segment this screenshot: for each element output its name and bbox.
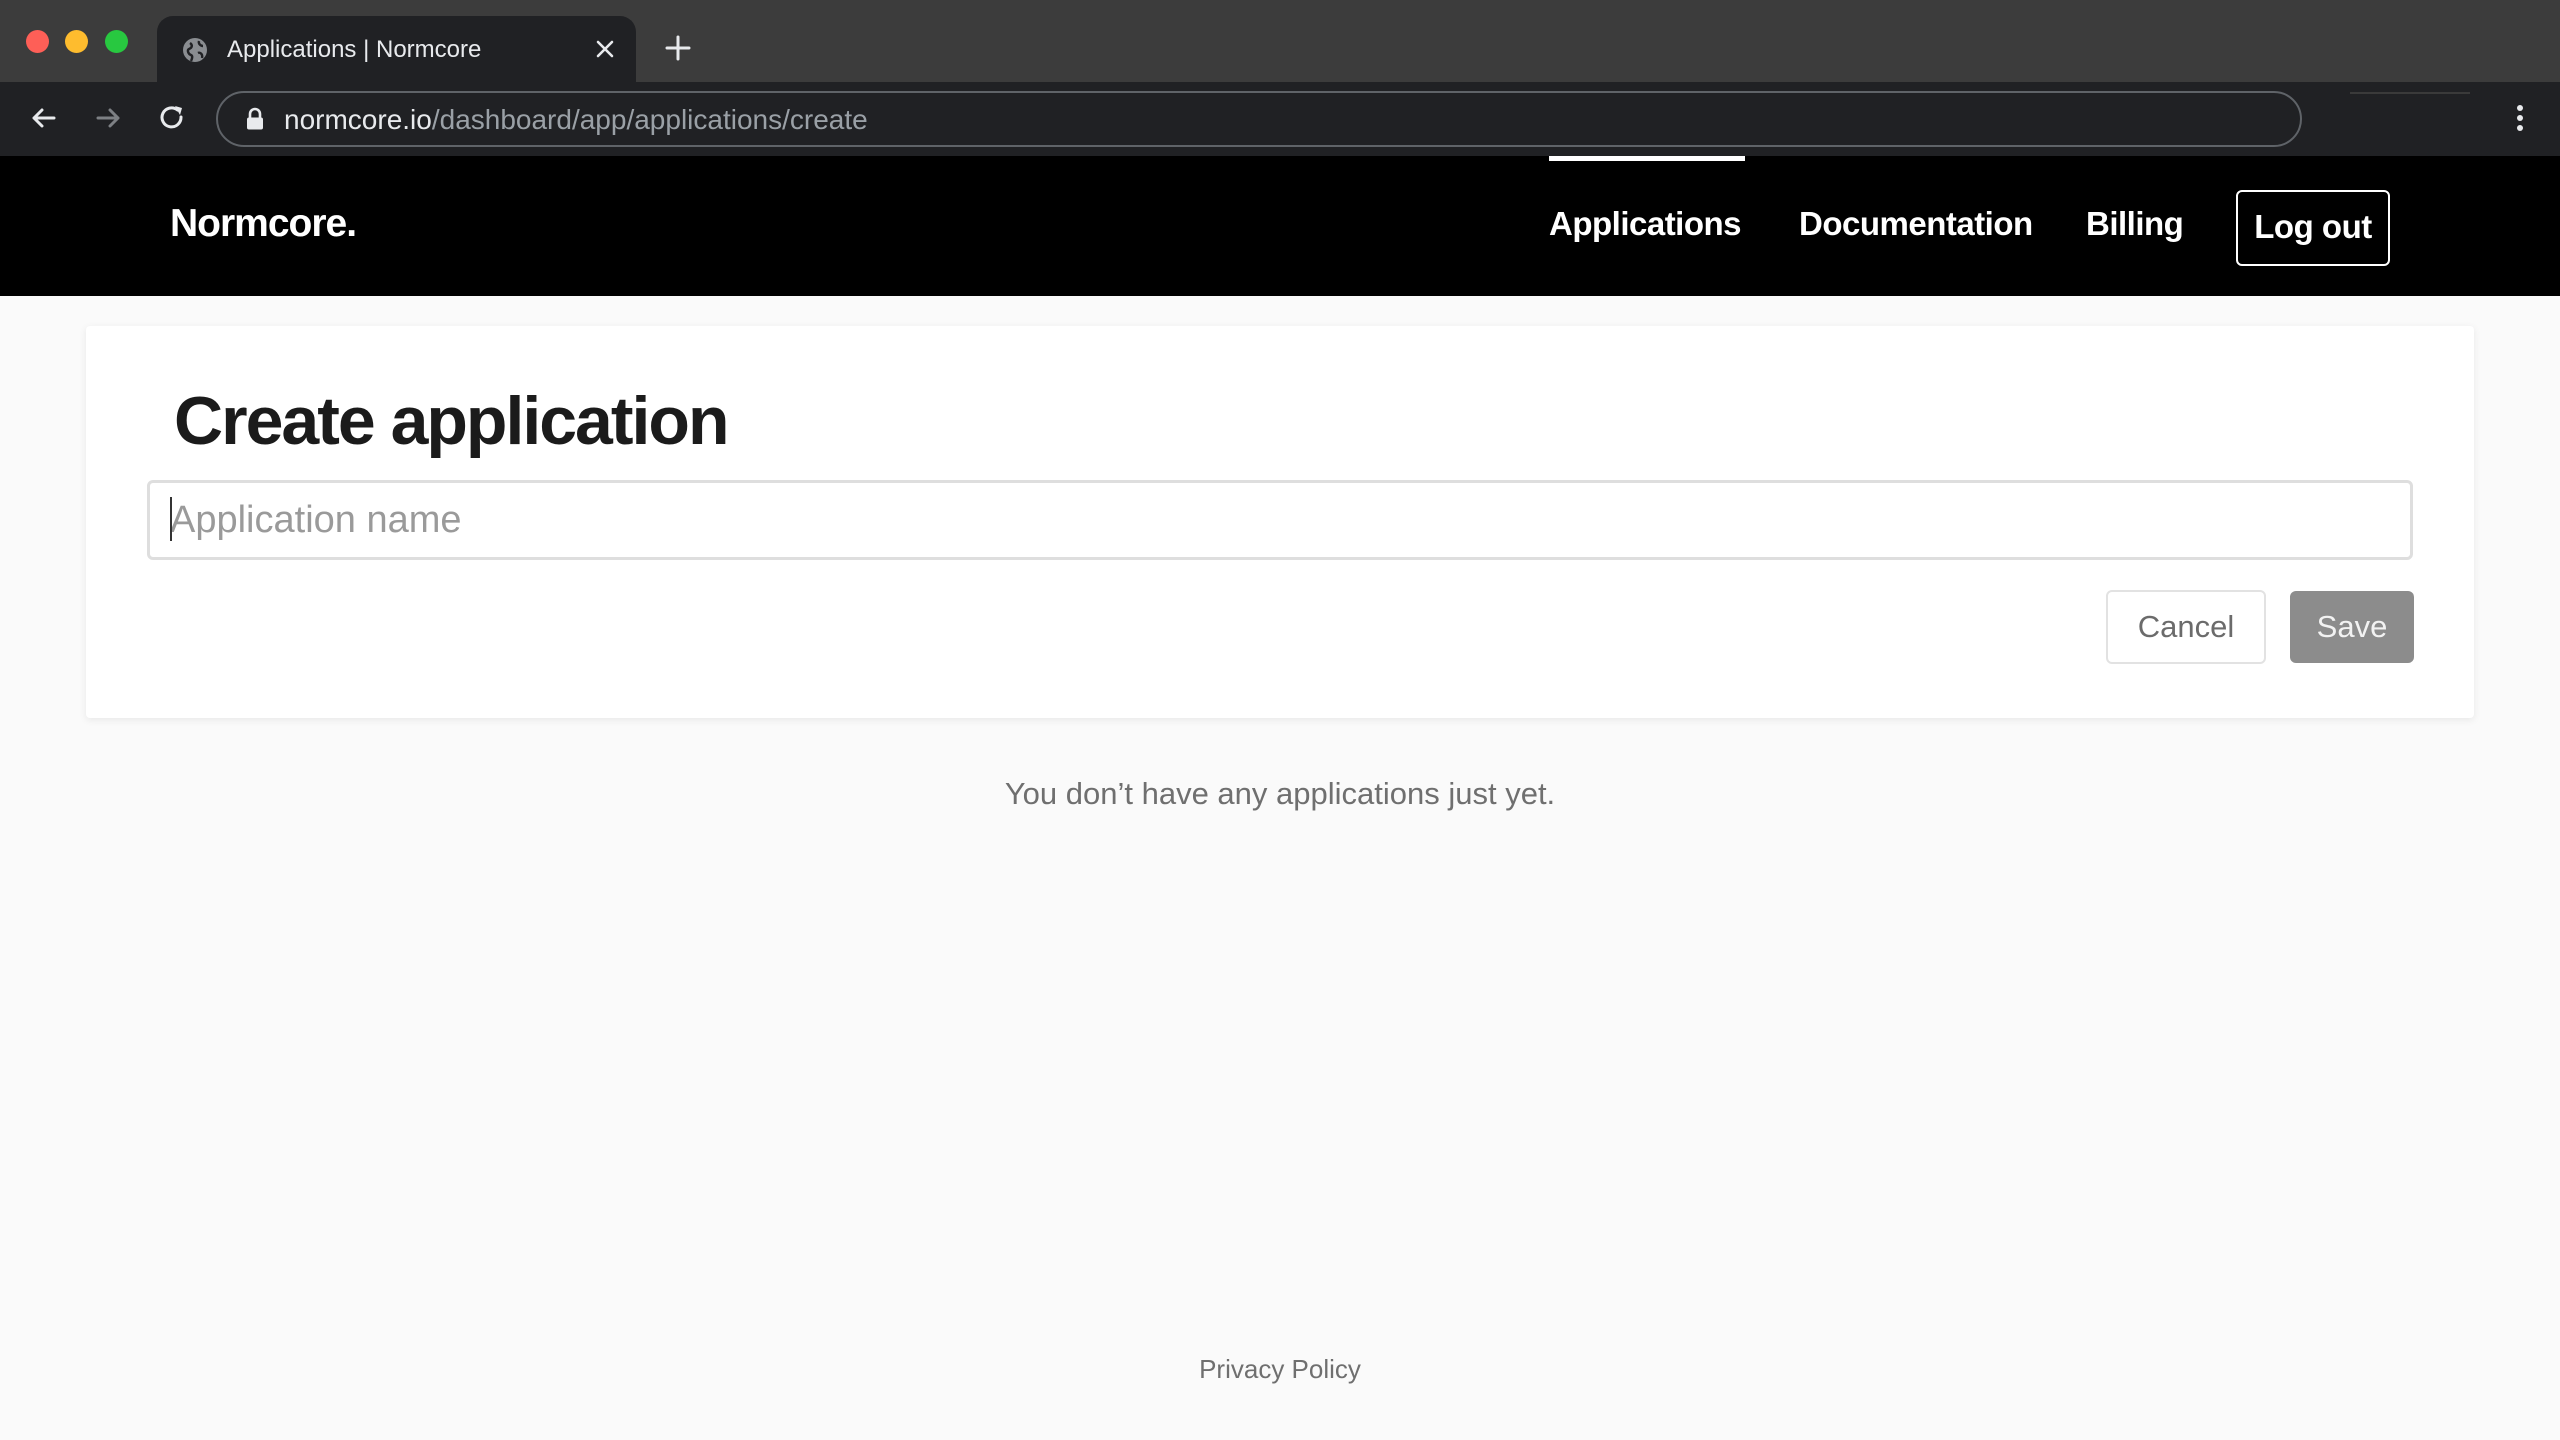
url-host: normcore.io [284,104,432,135]
nav-applications[interactable]: Applications [1549,204,1742,244]
arrow-right-icon[interactable] [90,100,126,136]
site-header: Normcore. Applications Documentation Bil… [0,156,2560,296]
application-name-input[interactable] [147,480,2413,560]
browser-tab[interactable]: Applications | Normcore [157,16,636,82]
close-window-button[interactable] [26,30,49,53]
nav-billing[interactable]: Billing [2086,204,2184,244]
arrow-left-icon[interactable] [26,100,62,136]
kebab-menu-icon[interactable] [2502,100,2538,136]
url-text: normcore.io/dashboard/app/applications/c… [284,104,868,136]
toolbar-divider [2350,92,2470,94]
footer: Privacy Policy [0,1352,2560,1386]
page-title: Create application [174,383,729,459]
tab-strip: Applications | Normcore [0,0,2560,82]
text-cursor [170,497,172,541]
privacy-policy-link[interactable]: Privacy Policy [1199,1354,1361,1384]
close-icon[interactable] [592,36,618,62]
cancel-button[interactable]: Cancel [2106,590,2266,664]
address-bar[interactable]: normcore.io/dashboard/app/applications/c… [216,91,2302,147]
url-path: /dashboard/app/applications/create [431,104,868,135]
logout-button[interactable]: Log out [2236,190,2390,266]
lock-icon[interactable] [244,107,266,131]
plus-icon[interactable] [664,34,692,62]
globe-icon [183,38,207,62]
nav-documentation[interactable]: Documentation [1799,204,2033,244]
empty-state-message: You don’t have any applications just yet… [1004,776,1556,811]
tab-title: Applications | Normcore [227,36,482,63]
create-application-card: Create application Cancel Save [86,326,2474,718]
normcore-logo[interactable]: Normcore. [170,200,357,248]
minimize-window-button[interactable] [65,30,88,53]
reload-icon[interactable] [154,100,190,136]
maximize-window-button[interactable] [105,30,128,53]
save-button[interactable]: Save [2290,591,2414,663]
active-nav-indicator [1549,156,1745,161]
browser-window: Applications | Normcore normcore.io/dash… [0,0,2560,1440]
browser-toolbar: normcore.io/dashboard/app/applications/c… [0,82,2560,158]
